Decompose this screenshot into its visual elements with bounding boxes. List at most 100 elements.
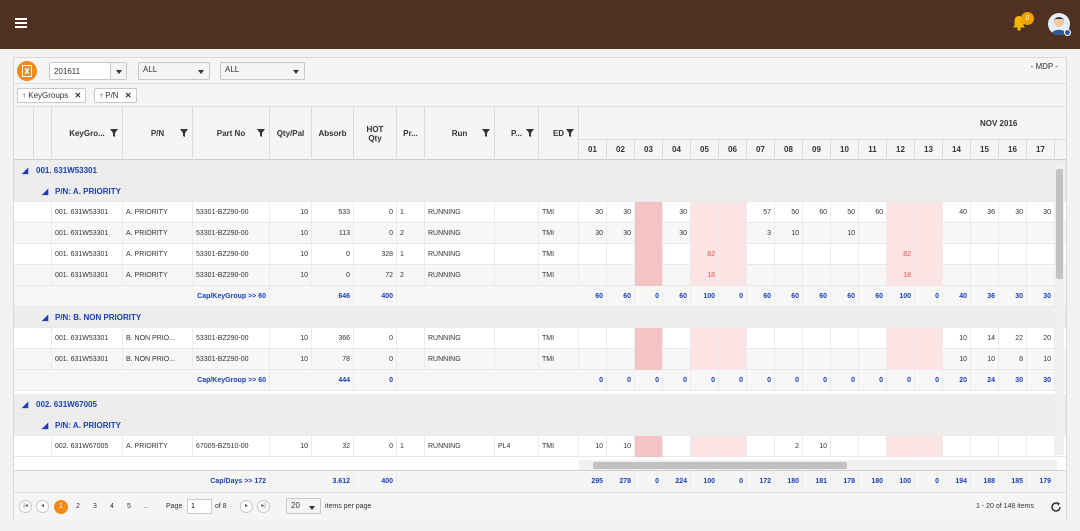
day-cell[interactable] (719, 202, 747, 223)
day-cell[interactable]: 57 (747, 202, 775, 223)
day-cell[interactable] (719, 244, 747, 265)
day-cell[interactable] (971, 436, 999, 457)
table-row[interactable]: 001. 631W53301 A. PRIORITY 53301-BZ290-00 1… (14, 202, 1066, 223)
day-cell[interactable]: 10 (831, 223, 859, 244)
day-cell[interactable] (663, 265, 691, 286)
day-cell[interactable] (579, 328, 607, 349)
header-pn[interactable]: P/N (123, 107, 193, 160)
day-cell[interactable]: 82 (691, 244, 719, 265)
filter-icon[interactable] (526, 129, 534, 137)
filter-icon[interactable] (110, 129, 118, 137)
day-cell[interactable] (635, 436, 663, 457)
day-cell[interactable] (887, 349, 915, 370)
day-cell[interactable]: 14 (971, 328, 999, 349)
day-cell[interactable] (719, 349, 747, 370)
day-cell[interactable] (999, 436, 1027, 457)
day-cell[interactable]: 10 (943, 349, 971, 370)
day-cell[interactable] (859, 349, 887, 370)
header-ed[interactable]: ED (539, 107, 579, 160)
day-header-cell[interactable]: 10 (831, 140, 859, 160)
day-cell[interactable] (691, 349, 719, 370)
day-cell[interactable] (691, 328, 719, 349)
day-cell[interactable] (635, 265, 663, 286)
day-cell[interactable]: 2 (775, 436, 803, 457)
day-cell[interactable]: 10 (803, 436, 831, 457)
day-cell[interactable]: 30 (663, 223, 691, 244)
day-cell[interactable]: 8 (999, 349, 1027, 370)
day-cell[interactable] (971, 244, 999, 265)
day-cell[interactable] (831, 328, 859, 349)
table-row[interactable]: 001. 631W53301 A. PRIORITY 53301-BZ290-00 1… (14, 244, 1066, 265)
header-keygroup[interactable]: KeyGro... (52, 107, 123, 160)
horizontal-scrollbar[interactable] (579, 460, 1057, 470)
day-cell[interactable]: 18 (691, 265, 719, 286)
page-number-3[interactable]: 3 (88, 500, 102, 514)
day-cell[interactable] (831, 265, 859, 286)
header-qty-pal[interactable]: Qty/Pal (270, 107, 312, 160)
subgroup-row-priority[interactable]: ◢ P/N: A. PRIORITY (14, 415, 1066, 436)
filter-icon[interactable] (566, 129, 574, 137)
group-row-001[interactable]: ◢ 001. 631W53301 (14, 160, 1066, 181)
filter1-dropdown[interactable]: ALL (138, 62, 210, 80)
page-number-4[interactable]: 4 (105, 500, 119, 514)
day-header-cell[interactable]: 06 (719, 140, 747, 160)
day-cell[interactable]: 82 (887, 244, 915, 265)
refresh-icon[interactable] (1050, 501, 1062, 513)
day-cell[interactable] (887, 328, 915, 349)
filter-icon[interactable] (180, 129, 188, 137)
day-header-cell[interactable]: 15 (971, 140, 999, 160)
day-cell[interactable] (775, 244, 803, 265)
filter2-dropdown[interactable]: ALL (220, 62, 305, 80)
table-row[interactable]: 001. 631W53301 B. NON PRIO... 53301-BZ290-… (14, 328, 1066, 349)
day-cell[interactable] (747, 436, 775, 457)
day-cell[interactable] (999, 223, 1027, 244)
day-header-cell[interactable]: 14 (943, 140, 971, 160)
chevron-down-icon[interactable] (288, 63, 304, 79)
day-cell[interactable]: 10 (579, 436, 607, 457)
day-cell[interactable] (915, 202, 943, 223)
day-header-cell[interactable]: 12 (887, 140, 915, 160)
day-cell[interactable] (663, 328, 691, 349)
subgroup-row-priority[interactable]: ◢ P/N: A. PRIORITY (14, 181, 1066, 202)
day-cell[interactable] (803, 265, 831, 286)
chevron-down-icon[interactable] (193, 63, 209, 79)
day-cell[interactable]: 30 (607, 223, 635, 244)
day-cell[interactable] (859, 265, 887, 286)
day-cell[interactable] (915, 328, 943, 349)
day-cell[interactable] (803, 244, 831, 265)
day-header-cell[interactable]: 03 (635, 140, 663, 160)
day-cell[interactable] (663, 349, 691, 370)
scroll-thumb[interactable] (1056, 169, 1063, 279)
day-cell[interactable]: 30 (1027, 202, 1055, 223)
day-header-cell[interactable]: 16 (999, 140, 1027, 160)
day-cell[interactable] (803, 349, 831, 370)
day-cell[interactable] (859, 244, 887, 265)
chevron-down-icon[interactable] (304, 499, 320, 513)
day-cell[interactable]: 36 (971, 202, 999, 223)
page-number-2[interactable]: 2 (71, 500, 85, 514)
day-cell[interactable] (915, 244, 943, 265)
day-cell[interactable] (635, 223, 663, 244)
avatar-settings-icon[interactable] (1064, 29, 1071, 36)
day-cell[interactable] (635, 244, 663, 265)
day-header-cell[interactable]: 07 (747, 140, 775, 160)
day-cell[interactable] (607, 349, 635, 370)
day-cell[interactable] (887, 436, 915, 457)
day-cell[interactable] (579, 265, 607, 286)
day-header-cell[interactable]: 05 (691, 140, 719, 160)
day-header-cell[interactable]: 11 (859, 140, 887, 160)
day-cell[interactable] (999, 244, 1027, 265)
day-cell[interactable]: 22 (999, 328, 1027, 349)
day-cell[interactable] (831, 349, 859, 370)
collapse-icon[interactable]: ◢ (42, 307, 48, 328)
day-cell[interactable] (859, 436, 887, 457)
day-header-cell[interactable]: 04 (663, 140, 691, 160)
day-cell[interactable] (943, 223, 971, 244)
day-cell[interactable] (775, 349, 803, 370)
day-cell[interactable] (971, 265, 999, 286)
day-cell[interactable] (747, 349, 775, 370)
group-chip-pn[interactable]: ↑ P/N ✕ (94, 88, 137, 103)
day-cell[interactable]: 30 (607, 202, 635, 223)
day-cell[interactable] (915, 223, 943, 244)
day-cell[interactable] (1027, 223, 1055, 244)
